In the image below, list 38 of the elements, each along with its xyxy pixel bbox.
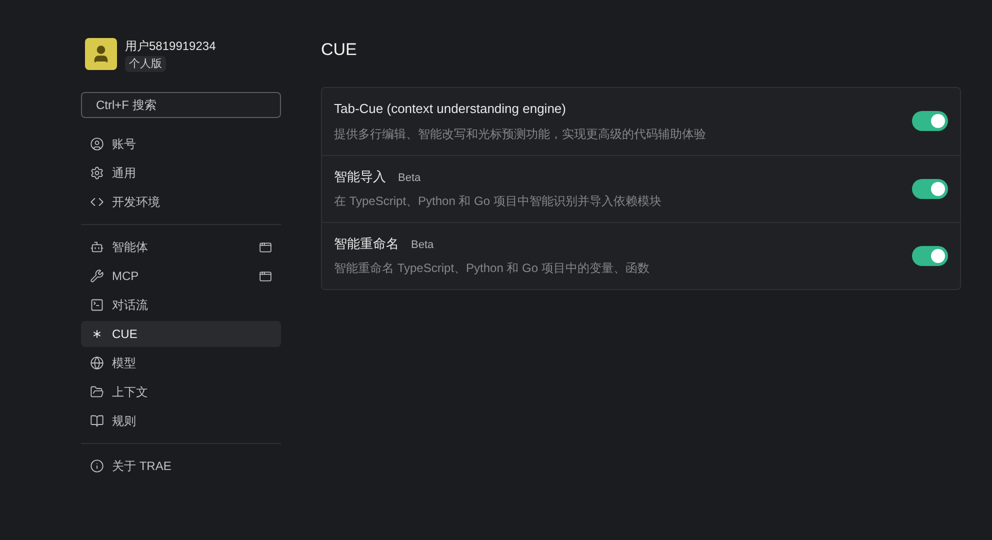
terminal-icon: [90, 298, 104, 312]
code-icon: [90, 195, 104, 209]
toggle-switch[interactable]: [912, 246, 948, 266]
wrench-icon: [90, 269, 104, 283]
popout-icon[interactable]: [259, 270, 272, 282]
setting-description: 在 TypeScript、Python 和 Go 项目中智能识别并导入依赖模块: [334, 193, 662, 210]
beta-label: Beta: [398, 170, 421, 186]
globe-icon: [90, 356, 104, 370]
setting-description: 提供多行编辑、智能改写和光标预测功能，实现更高级的代码辅助体验: [334, 126, 707, 143]
toggle-switch[interactable]: [912, 178, 948, 198]
toggle-switch[interactable]: [912, 111, 948, 131]
setting-title: 智能重命名: [334, 234, 399, 253]
sidebar-item[interactable]: 智能体: [81, 234, 281, 260]
setting-title: 智能导入: [334, 168, 386, 186]
sidebar-item[interactable]: CUE: [81, 321, 281, 347]
sidebar-item[interactable]: 对话流: [81, 292, 281, 318]
search-field[interactable]: Ctrl+F 搜索: [81, 92, 281, 118]
folder-icon: [90, 385, 104, 399]
sidebar-item[interactable]: 开发环境: [81, 189, 281, 215]
page-title: CUE: [321, 39, 358, 61]
settings-icon: [90, 166, 104, 180]
setting-description: 智能重命名 TypeScript、Python 和 Go 项目中的变量、函数: [334, 260, 650, 278]
setting-title: Tab-Cue (context understanding engine): [334, 100, 566, 118]
info-icon: [90, 459, 104, 473]
sidebar-item[interactable]: MCP: [81, 263, 281, 289]
beta-label: Beta: [411, 238, 434, 253]
sidebar-item[interactable]: 上下文: [81, 379, 281, 405]
user-circle-icon: [90, 137, 104, 151]
popout-icon[interactable]: [259, 240, 272, 254]
plan-tag: 个人版: [125, 56, 166, 72]
book-icon: [90, 414, 104, 428]
sidebar-item[interactable]: 关于 TRAE: [81, 453, 281, 479]
robot-icon: [90, 240, 104, 254]
sidebar-item[interactable]: 规则: [81, 408, 281, 434]
sidebar-item[interactable]: 通用: [81, 160, 281, 186]
sidebar-item[interactable]: 模型: [81, 350, 281, 376]
sidebar-item[interactable]: 账号: [81, 131, 281, 157]
user-name: 用户5819919234: [125, 38, 216, 54]
